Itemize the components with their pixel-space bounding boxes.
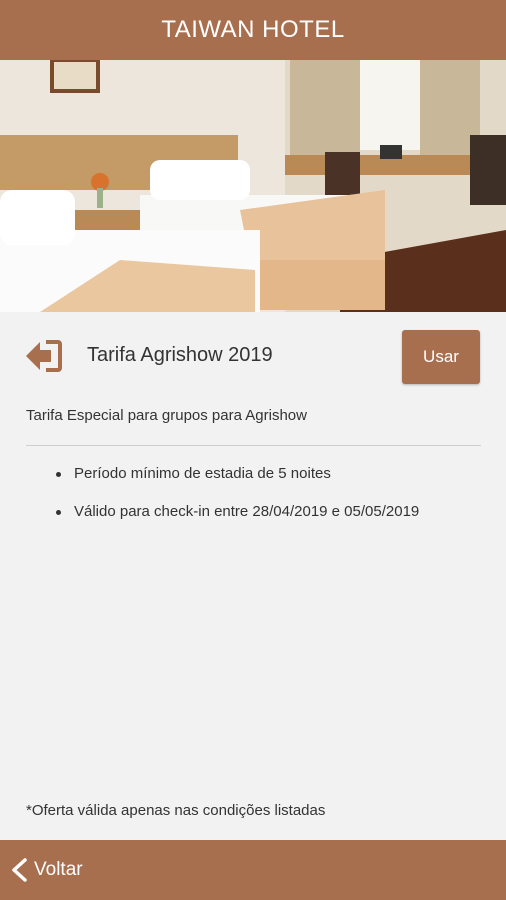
rate-details: Tarifa Agrishow 2019 Usar Tarifa Especia… — [0, 312, 506, 840]
app-header: TAIWAN HOTEL — [0, 0, 506, 60]
hotel-room-photo — [0, 60, 506, 312]
use-button[interactable]: Usar — [402, 330, 480, 384]
bottom-bar: Voltar — [0, 840, 506, 900]
list-item: Válido para check-in entre 28/04/2019 e … — [56, 500, 486, 538]
rate-header: Tarifa Agrishow 2019 Usar — [24, 330, 480, 384]
conditions-list: Período mínimo de estadia de 5 noites Vá… — [56, 462, 486, 538]
chevron-left-icon — [12, 858, 27, 882]
rate-title: Tarifa Agrishow 2019 — [87, 344, 273, 366]
back-label: Voltar — [34, 859, 83, 880]
exit-arrow-icon — [26, 340, 62, 372]
rate-description: Tarifa Especial para grupos para Agrisho… — [26, 407, 307, 424]
divider — [26, 445, 481, 446]
back-button[interactable]: Voltar — [10, 857, 83, 883]
offer-footnote: *Oferta válida apenas nas condições list… — [26, 802, 326, 819]
app-title: TAIWAN HOTEL — [161, 16, 345, 43]
list-item: Período mínimo de estadia de 5 noites — [56, 462, 486, 500]
